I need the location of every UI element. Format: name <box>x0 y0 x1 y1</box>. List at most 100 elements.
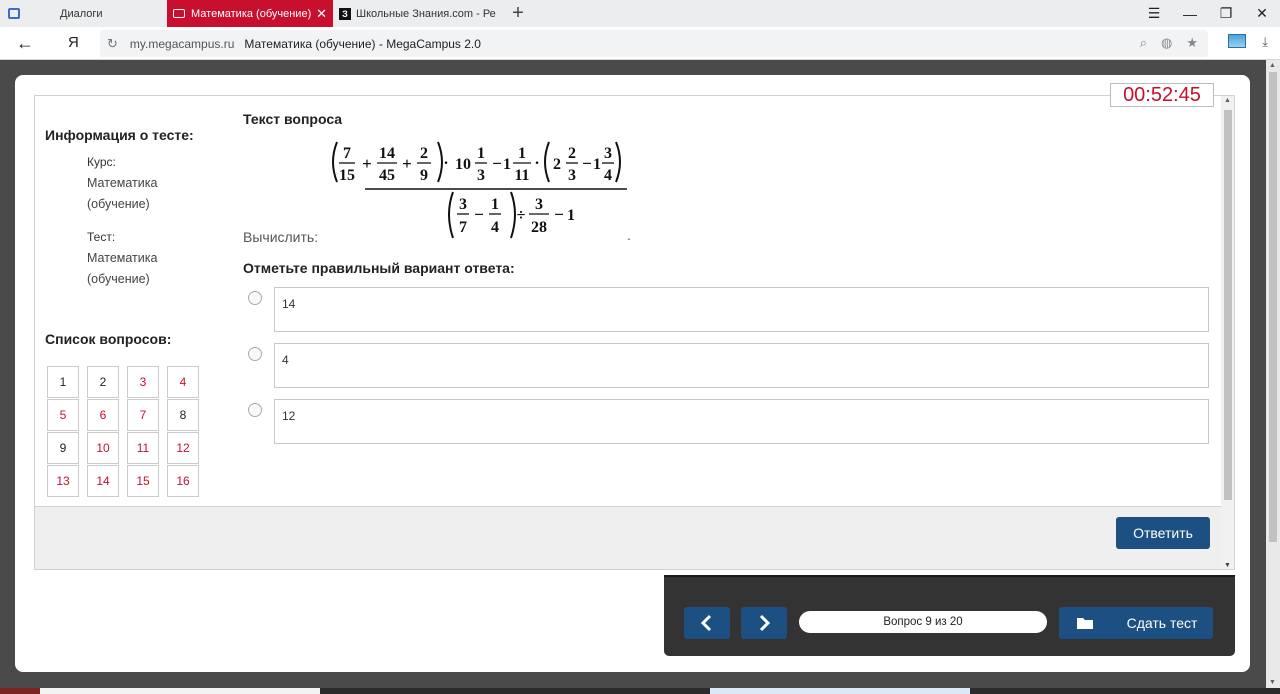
formula-text: + <box>402 154 412 173</box>
question-list-item[interactable]: 1 <box>47 366 79 398</box>
question-list-item[interactable]: 11 <box>127 432 159 464</box>
submit-answer-button[interactable]: Ответить <box>1116 517 1210 549</box>
question-list-item[interactable]: 10 <box>87 432 119 464</box>
formula-text: 3 <box>477 167 485 184</box>
restore-icon[interactable]: ❐ <box>1208 0 1244 27</box>
formula-text: ÷ <box>517 207 526 224</box>
chat-icon <box>8 8 20 19</box>
course-icon <box>173 9 185 18</box>
tab-math-course[interactable]: Математика (обучение) ✕ <box>167 0 333 27</box>
question-list-item[interactable]: 16 <box>167 465 199 497</box>
close-window-icon[interactable]: ✕ <box>1244 0 1280 27</box>
formula-text: 45 <box>379 167 395 184</box>
question-list-item[interactable]: 2 <box>87 366 119 398</box>
formula-text: 15 <box>339 167 355 184</box>
option-1[interactable]: 14 <box>274 287 1209 332</box>
question-list-item[interactable]: 9 <box>47 432 79 464</box>
test-info-title: Информация о тесте: <box>45 127 194 143</box>
question-trailing-dot: . <box>627 227 631 243</box>
scroll-up-icon[interactable]: ▲ <box>1269 62 1276 69</box>
tab-label: Диалоги <box>60 7 103 20</box>
option-radio-1[interactable] <box>248 291 262 305</box>
page-scrollbar[interactable]: ▲ ▼ <box>1266 60 1280 688</box>
formula-text: 2 <box>568 145 576 162</box>
url-actions: ⌕ ◍ ★ <box>1140 35 1198 51</box>
scroll-down-icon[interactable]: ▼ <box>1269 679 1276 686</box>
os-taskbar <box>0 688 1280 694</box>
formula-text: 1 <box>518 145 526 162</box>
znania-logo-icon: З <box>339 7 351 20</box>
answer-footer <box>35 506 1221 569</box>
option-radio-3[interactable] <box>248 403 262 417</box>
close-tab-icon[interactable]: ✕ <box>316 6 327 22</box>
formula-text: 3 <box>459 196 467 213</box>
question-scrollbar[interactable]: ▲ ▼ <box>1221 96 1234 569</box>
formula-text: 4 <box>491 219 499 236</box>
star-icon[interactable]: ★ <box>1186 35 1198 51</box>
formula-text: − <box>474 205 484 224</box>
test-nav-panel: Вопрос 9 из 20 Сдать тест <box>664 575 1235 656</box>
download-icon[interactable]: ⤓ <box>1262 34 1268 50</box>
formula-text: · <box>443 155 448 172</box>
taskbar-start[interactable] <box>0 688 40 694</box>
tab-dialogs[interactable]: Диалоги <box>0 0 167 27</box>
formula-text: · <box>534 155 539 172</box>
folder-icon <box>1077 618 1093 629</box>
new-tab-button[interactable]: + <box>503 0 533 27</box>
reload-icon[interactable]: ↻ <box>107 36 118 52</box>
test-timer: 00:52:45 <box>1110 83 1214 107</box>
formula-text: 1 <box>503 156 511 173</box>
picture-icon[interactable] <box>1228 34 1247 48</box>
scroll-up-icon[interactable]: ▲ <box>1224 97 1231 104</box>
paren-left <box>332 141 338 183</box>
scroll-thumb[interactable] <box>1269 72 1277 542</box>
formula-text: − <box>554 205 564 224</box>
question-heading: Текст вопроса <box>243 111 343 127</box>
question-list-item[interactable]: 6 <box>87 399 119 431</box>
window-controls: ☰ — ❐ ✕ <box>1136 0 1280 27</box>
question-list-item[interactable]: 13 <box>47 465 79 497</box>
formula-text: − <box>492 154 502 173</box>
question-list-item[interactable]: 8 <box>167 399 199 431</box>
question-list: 1 2 3 4 5 6 7 8 9 10 11 12 13 14 15 16 <box>47 366 203 497</box>
zoom-icon[interactable]: ⌕ <box>1140 35 1147 51</box>
formula-text: 7 <box>459 219 467 236</box>
url-page-title: Математика (обучение) - MegaCampus 2.0 <box>244 36 481 51</box>
formula-text: 1 <box>567 207 575 224</box>
address-bar: ← Я ↻ my.megacampus.ru Математика (обуче… <box>0 27 1280 60</box>
question-frame: Информация о тесте: Курс: Математика (об… <box>34 95 1235 570</box>
question-list-item[interactable]: 15 <box>127 465 159 497</box>
menu-icon[interactable]: ☰ <box>1136 0 1172 27</box>
finish-test-button[interactable]: Сдать тест <box>1111 607 1213 639</box>
question-list-item[interactable]: 7 <box>127 399 159 431</box>
question-list-item[interactable]: 14 <box>87 465 119 497</box>
taskbar-item[interactable] <box>710 688 970 694</box>
taskbar-item[interactable] <box>40 688 320 694</box>
back-arrow-icon[interactable]: ← <box>16 33 34 54</box>
formula-text: 2 <box>553 156 561 173</box>
prev-question-button[interactable] <box>684 607 730 639</box>
url-field[interactable]: ↻ my.megacampus.ru Математика (обучение)… <box>100 30 1208 57</box>
formula-text: + <box>362 154 372 173</box>
question-prompt: Вычислить: <box>243 229 319 245</box>
tab-znania[interactable]: З Школьные Знания.com - Ре <box>333 0 503 27</box>
next-question-button[interactable] <box>741 607 787 639</box>
scroll-down-icon[interactable]: ▼ <box>1224 562 1231 569</box>
question-progress: Вопрос 9 из 20 <box>799 611 1047 633</box>
formula-text: 3 <box>568 167 576 184</box>
option-3[interactable]: 12 <box>274 399 1209 444</box>
minimize-icon[interactable]: — <box>1172 0 1208 27</box>
scroll-thumb[interactable] <box>1224 110 1232 500</box>
question-folder-button[interactable] <box>1059 607 1111 639</box>
option-radio-2[interactable] <box>248 347 262 361</box>
protect-icon[interactable]: ◍ <box>1161 35 1172 51</box>
question-list-item[interactable]: 12 <box>167 432 199 464</box>
formula-text: 2 <box>420 145 428 162</box>
question-list-title: Список вопросов: <box>45 331 172 347</box>
yandex-logo-icon[interactable]: Я <box>68 34 79 51</box>
question-list-item[interactable]: 3 <box>127 366 159 398</box>
question-list-item[interactable]: 5 <box>47 399 79 431</box>
option-2[interactable]: 4 <box>274 343 1209 388</box>
question-formula: 7 15 + 14 45 + 2 9 · 10 1 3 − 1 1 11 · 2 <box>332 141 627 239</box>
question-list-item[interactable]: 4 <box>167 366 199 398</box>
